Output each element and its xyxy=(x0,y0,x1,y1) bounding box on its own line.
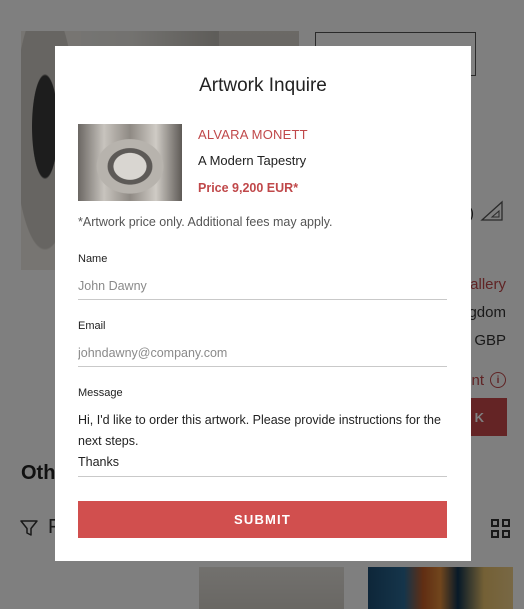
name-label: Name xyxy=(78,253,108,265)
price-note: *Artwork price only. Additional fees may… xyxy=(78,215,333,229)
message-label: Message xyxy=(78,387,123,399)
submit-button[interactable]: SUBMIT xyxy=(78,501,447,538)
artwork-price: Price 9,200 EUR* xyxy=(198,181,299,195)
artwork-inquire-modal: Artwork Inquire ALVARA MONETT A Modern T… xyxy=(55,46,471,561)
name-field[interactable] xyxy=(78,279,447,300)
email-label: Email xyxy=(78,320,106,332)
modal-title: Artwork Inquire xyxy=(199,75,327,96)
artist-name: ALVARA MONETT xyxy=(198,127,308,142)
message-field[interactable]: Hi, I'd like to order this artwork. Plea… xyxy=(78,410,447,477)
email-field[interactable] xyxy=(78,346,447,367)
artwork-thumbnail-image xyxy=(78,124,182,201)
artwork-title: A Modern Tapestry xyxy=(198,153,307,168)
